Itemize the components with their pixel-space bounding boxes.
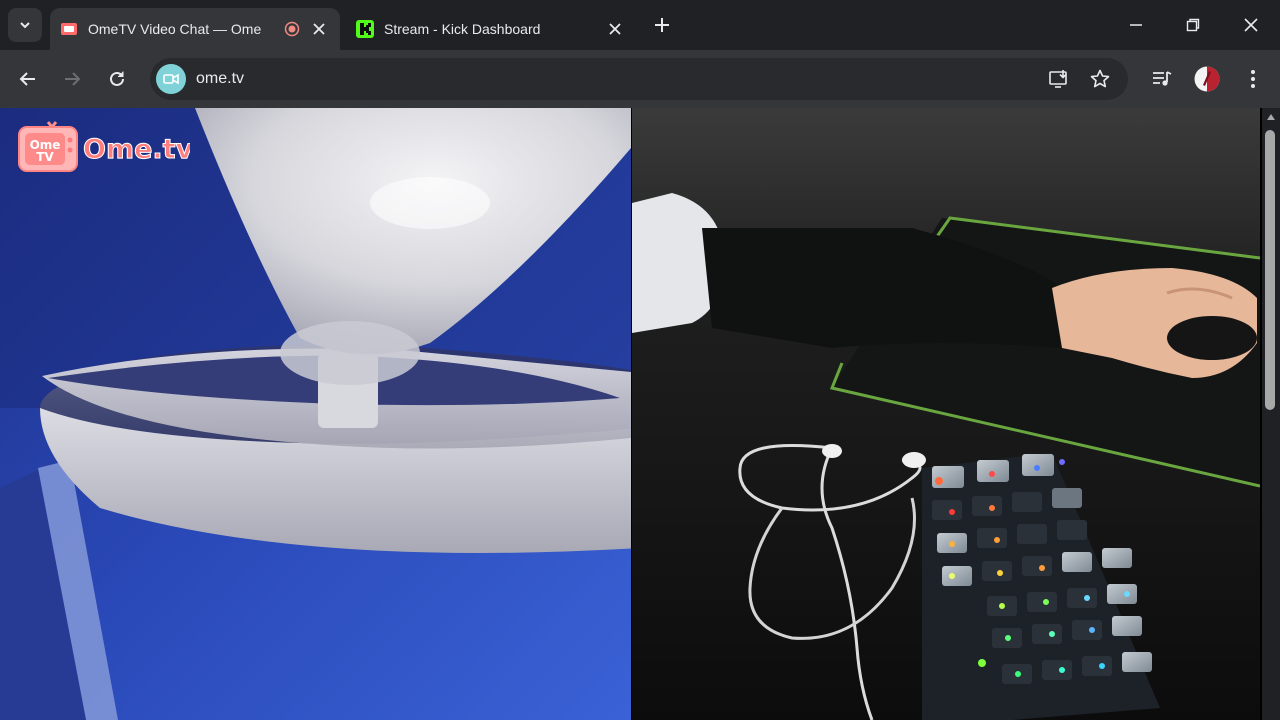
- bookmark-button[interactable]: [1088, 67, 1112, 91]
- forward-button[interactable]: [58, 65, 86, 93]
- close-tab-button[interactable]: [606, 20, 624, 38]
- back-button[interactable]: [14, 65, 42, 93]
- page-content: Ome TV Ome.tv: [0, 108, 1280, 720]
- browser-toolbar: ome.tv: [0, 50, 1280, 108]
- ometv-favicon-icon: [61, 23, 77, 35]
- star-icon: [1090, 69, 1110, 88]
- new-tab-button[interactable]: [650, 13, 674, 37]
- back-arrow-icon: [19, 72, 35, 86]
- scroll-up-icon: [1267, 114, 1275, 120]
- self-video: [632, 108, 1260, 720]
- tab-ometv[interactable]: OmeTV Video Chat — Ome: [50, 8, 340, 50]
- close-icon: [1244, 18, 1258, 32]
- restore-icon: [1186, 18, 1200, 32]
- stranger-video: Ome TV Ome.tv: [0, 108, 631, 720]
- logo-box-subtext: TV: [36, 150, 54, 164]
- reload-icon: [110, 71, 124, 86]
- tab-search-button[interactable]: [8, 8, 42, 42]
- url-text[interactable]: ome.tv: [196, 70, 244, 88]
- forward-arrow-icon: [65, 72, 81, 86]
- install-app-icon: [1049, 70, 1067, 88]
- install-app-button[interactable]: [1047, 67, 1071, 91]
- minimize-icon: [1130, 24, 1142, 26]
- tab-title: OmeTV Video Chat — Ome: [88, 21, 262, 37]
- close-tab-button[interactable]: [310, 20, 328, 38]
- plus-icon: [655, 18, 669, 32]
- restore-button[interactable]: [1178, 10, 1208, 40]
- minimize-button[interactable]: [1121, 10, 1151, 40]
- media-control-button[interactable]: [1148, 65, 1176, 93]
- record-icon: [284, 21, 300, 37]
- logo-text: Ome.tv: [83, 134, 190, 165]
- stranger-video-feed: [0, 108, 631, 720]
- reload-button[interactable]: [103, 65, 131, 93]
- self-video-feed: [632, 108, 1260, 720]
- tab-title: Stream - Kick Dashboard: [384, 21, 541, 37]
- video-camera-icon: [163, 73, 179, 85]
- tab-kick-dashboard[interactable]: Stream - Kick Dashboard: [346, 8, 636, 50]
- close-window-button[interactable]: [1236, 10, 1266, 40]
- profile-button[interactable]: [1193, 65, 1221, 93]
- kick-favicon-icon: [356, 20, 374, 38]
- more-vert-icon: [1251, 70, 1255, 88]
- close-icon: [313, 23, 325, 35]
- address-bar[interactable]: ome.tv: [150, 58, 1128, 100]
- tab-strip: OmeTV Video Chat — Ome Stream - Kick Das…: [0, 0, 1280, 50]
- ometv-logo: Ome TV Ome.tv: [18, 121, 190, 172]
- site-info-button[interactable]: [156, 64, 186, 94]
- media-control-icon: [1153, 71, 1172, 86]
- close-icon: [609, 23, 621, 35]
- chevron-down-icon: [20, 22, 30, 29]
- scrollbar-thumb[interactable]: [1265, 130, 1275, 410]
- more-menu-button[interactable]: [1239, 65, 1267, 93]
- profile-avatar: [1194, 66, 1220, 92]
